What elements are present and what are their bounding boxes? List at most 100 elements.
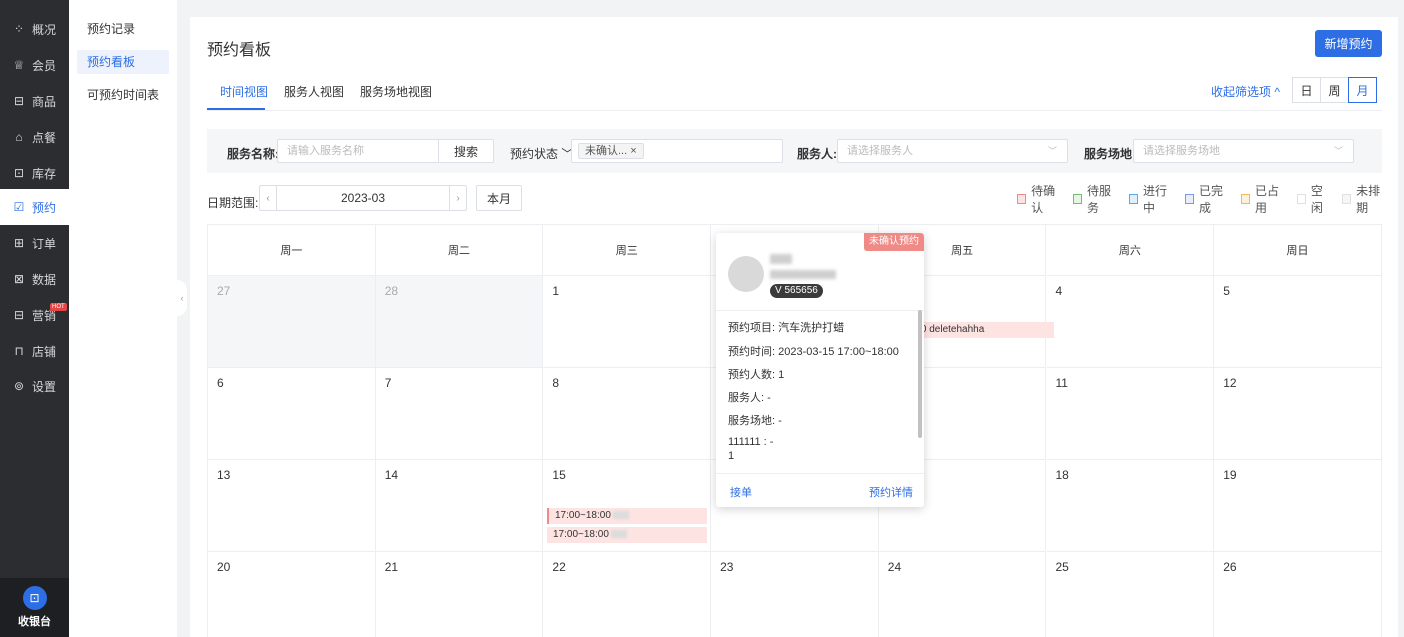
sidebar-item-member[interactable]: ♕ 会员 <box>0 47 69 83</box>
day-number: 8 <box>552 376 560 390</box>
sidebar-item-dashboard[interactable]: ⁘ 概况 <box>0 11 69 47</box>
tab-venue-view[interactable]: 服务场地视图 <box>360 83 432 100</box>
day-number: 14 <box>384 468 399 482</box>
calendar-day-cell[interactable]: 28 <box>375 276 544 368</box>
tab-time-view[interactable]: 时间视图 <box>220 83 268 100</box>
weekday-header: 周三 <box>543 225 712 276</box>
legend-label: 未排期 <box>1356 184 1381 215</box>
day-number: 25 <box>1055 560 1069 574</box>
day-number: 7 <box>384 376 392 390</box>
booking-count: 预约人数: 1 <box>728 369 785 381</box>
sidebar-item-booking[interactable]: ☑ 预约 <box>0 189 69 225</box>
calendar-day-cell[interactable]: 6 <box>208 368 376 460</box>
status-select[interactable]: 未确认... × <box>571 139 783 163</box>
data-icon: ⊠ <box>13 272 25 286</box>
booking-staff: 服务人: - <box>728 392 771 404</box>
day-number: 26 <box>1223 560 1237 574</box>
calendar-day-cell[interactable]: 18 <box>1046 460 1215 552</box>
status-legend: 待确认 待服务 进行中 已完成 已占用 空闲 未排期 <box>1017 184 1398 215</box>
search-button[interactable]: 搜索 <box>438 139 494 163</box>
weekday-header: 周一 <box>208 225 376 276</box>
cashier-button[interactable]: ⊡ 收银台 <box>0 578 69 637</box>
calendar-day-cell[interactable]: 1 <box>543 276 712 368</box>
calendar-day-cell[interactable]: 20 <box>208 552 376 637</box>
venue-select[interactable]: 请选择服务场地 ﹀ <box>1133 139 1354 163</box>
legend-label: 待确认 <box>1031 184 1056 215</box>
calendar-day-cell[interactable]: 11 <box>1046 368 1215 460</box>
calendar-day-cell[interactable]: 25 <box>1047 552 1215 637</box>
this-month-button[interactable]: 本月 <box>476 185 522 211</box>
calendar-event[interactable]: 17:00~18:00 <box>547 527 707 543</box>
staff-label: 服务人: <box>797 147 837 161</box>
add-booking-button[interactable]: 新增预约 <box>1315 30 1382 57</box>
legend-swatch <box>1017 194 1027 204</box>
sidebar-item-data[interactable]: ⊠ 数据 <box>0 261 69 297</box>
day-number: 1 <box>552 284 560 298</box>
collapse-filter-link[interactable]: 收起筛选项 ^ <box>1211 83 1280 100</box>
next-month-button[interactable]: › <box>450 186 466 210</box>
calendar-day-cell[interactable]: 5 <box>1214 276 1382 368</box>
calendar-day-cell[interactable]: 21 <box>376 552 544 637</box>
month-value[interactable]: 2023-03 <box>276 186 450 210</box>
sidebar-item-stock[interactable]: ⊡ 库存 <box>0 155 69 191</box>
submenu-item-records[interactable]: 预约记录 <box>77 17 169 41</box>
calendar-day-cell[interactable]: 22 <box>543 552 712 637</box>
calendar-day-cell[interactable]: 24 <box>879 552 1047 637</box>
status-tag-unconfirmed[interactable]: 未确认... × <box>578 143 644 159</box>
calendar-day-cell[interactable]: 23 <box>711 552 879 637</box>
calendar-day-cell[interactable]: 26 <box>1214 552 1382 637</box>
calendar-day-cell[interactable]: 7 <box>375 368 544 460</box>
cashier-icon: ⊡ <box>22 586 47 610</box>
dashboard-icon: ⁘ <box>13 22 25 36</box>
sidebar-item-goods[interactable]: ⊟ 商品 <box>0 83 69 119</box>
calendar-day-cell[interactable]: 14 <box>375 460 544 552</box>
booking-service: 预约项目: 汽车洗护打蜡 <box>728 322 845 334</box>
popover-scrollbar[interactable] <box>918 310 922 438</box>
vip-icon: V <box>775 285 782 296</box>
view-month-button[interactable]: 月 <box>1348 77 1377 103</box>
redacted-customer-name <box>770 254 792 264</box>
calendar-day-cell[interactable]: 13 <box>208 460 376 552</box>
event-time: 17:00~18:00 <box>553 529 609 540</box>
sidebar-item-label: 点餐 <box>32 130 57 145</box>
sidebar-item-settings[interactable]: ⊚ 设置 <box>0 368 69 404</box>
status-dropdown-label[interactable]: 预约状态 ﹀ <box>510 145 573 162</box>
sidebar-item-marketing[interactable]: ⊟ 营销 HOT <box>0 297 69 333</box>
member-icon: ♕ <box>13 58 25 72</box>
booking-custom-value: 1 <box>728 450 735 462</box>
prev-month-button[interactable]: ‹ <box>260 186 276 210</box>
submenu-item-schedule[interactable]: 可预约时间表 <box>77 83 169 107</box>
collapse-menu-button[interactable]: ‹ <box>177 280 187 316</box>
weekday-header: 周日 <box>1214 225 1382 276</box>
marketing-icon: ⊟ <box>13 308 25 322</box>
day-number: 5 <box>1223 284 1230 298</box>
legend-label: 已完成 <box>1198 184 1223 215</box>
day-number: 20 <box>217 560 231 574</box>
sidebar-item-meal[interactable]: ⌂ 点餐 <box>0 119 69 155</box>
tab-staff-view[interactable]: 服务人视图 <box>284 83 344 100</box>
calendar-day-cell[interactable]: 8 <box>543 368 712 460</box>
legend-swatch <box>1128 194 1139 204</box>
sidebar-item-label: 订单 <box>32 236 57 251</box>
day-number: 11 <box>1055 376 1068 390</box>
event-time: 17:00~18:00 <box>555 510 611 521</box>
divider <box>716 473 924 474</box>
view-week-button[interactable]: 周 <box>1320 77 1349 103</box>
hot-badge: HOT <box>50 303 67 311</box>
sidebar-item-store[interactable]: ⊓ 店铺 <box>0 333 69 369</box>
calendar-event[interactable]: 17:00~18:00 <box>547 508 707 524</box>
calendar-day-cell[interactable]: 27 <box>208 276 376 368</box>
sidebar-item-order[interactable]: ⊞ 订单 <box>0 225 69 261</box>
view-day-button[interactable]: 日 <box>1292 77 1321 103</box>
calendar-day-cell[interactable]: 19 <box>1214 460 1382 552</box>
legend-label: 已占用 <box>1254 184 1279 215</box>
submenu-item-board[interactable]: 预约看板 <box>77 50 169 74</box>
calendar-day-cell[interactable]: 12 <box>1214 368 1382 460</box>
accept-order-button[interactable]: 接单 <box>730 484 752 500</box>
staff-select[interactable]: 请选择服务人 ﹀ <box>837 139 1068 163</box>
calendar-day-cell[interactable]: 4 <box>1046 276 1215 368</box>
service-name-input[interactable]: 请输入服务名称 <box>277 139 439 163</box>
secondary-menu: 预约记录 预约看板 可预约时间表 <box>69 0 177 637</box>
booking-detail-link[interactable]: 预约详情 <box>869 484 913 500</box>
stock-icon: ⊡ <box>13 166 25 180</box>
